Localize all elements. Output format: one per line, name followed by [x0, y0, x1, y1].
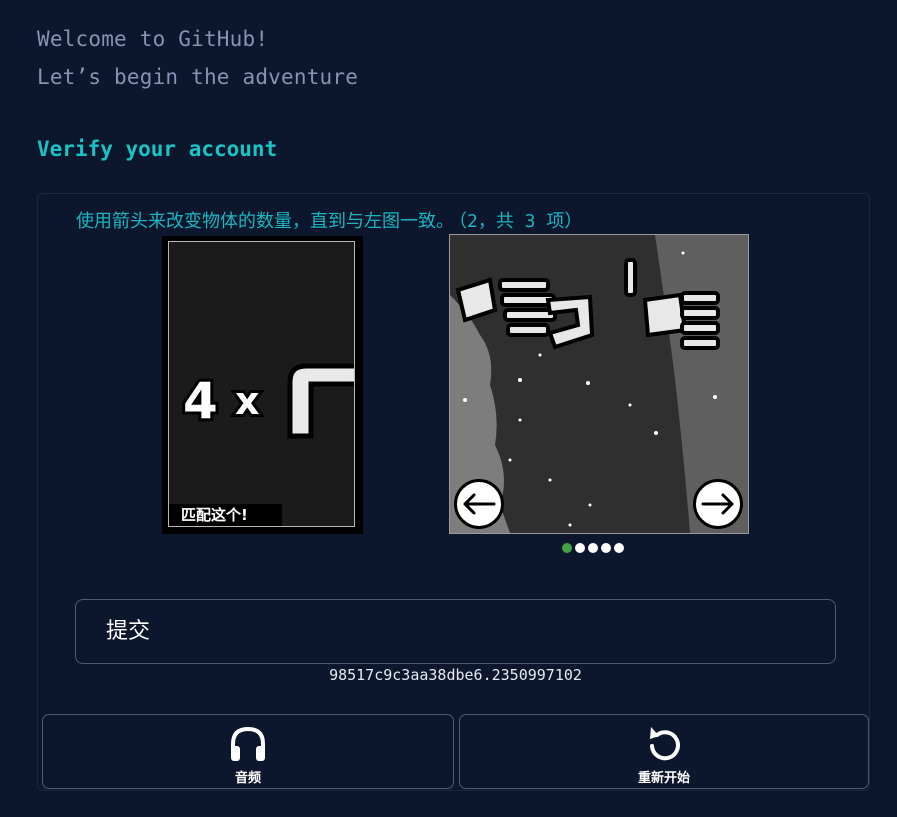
puzzle-image — [449, 234, 749, 534]
reference-illustration: 4 x — [180, 363, 354, 439]
restart-icon — [650, 727, 680, 761]
audio-label: 音频 — [234, 771, 261, 786]
reference-times: x — [235, 379, 260, 423]
arrow-right-icon — [701, 493, 734, 515]
captcha-container: 使用箭头来改变物体的数量，直到与左图一致。 （2，共 3 项） 4 x 匹配这个! — [37, 193, 870, 791]
pagination-dot — [562, 543, 572, 553]
verify-account-heading: Verify your account — [37, 137, 278, 161]
submit-button[interactable]: 提交 — [75, 599, 836, 664]
previous-arrow-button[interactable] — [454, 479, 504, 529]
reference-count: 4 — [183, 372, 218, 430]
challenge-progress: （2，共 3 项） — [458, 211, 583, 232]
match-this-label: 匹配这个! — [169, 504, 282, 526]
restart-button[interactable]: 重新开始 — [459, 714, 869, 789]
restart-label: 重新开始 — [637, 771, 690, 786]
reference-image: 4 x 匹配这个! — [162, 236, 363, 534]
welcome-heading: Welcome to GitHub! — [37, 27, 269, 51]
pagination-dot — [601, 543, 611, 553]
arrow-left-icon — [463, 493, 496, 515]
pagination-dot — [614, 543, 624, 553]
instruction-text: 使用箭头来改变物体的数量，直到与左图一致。 — [76, 211, 454, 232]
reference-object-shape — [287, 363, 354, 439]
pagination-dots — [562, 543, 624, 553]
session-id: 98517c9c3aa38dbe6.2350997102 — [329, 666, 582, 684]
audio-button[interactable]: 音频 — [42, 714, 454, 789]
headphones-icon — [231, 726, 265, 761]
reference-image-frame: 4 x 匹配这个! — [168, 241, 355, 527]
captcha-instruction: 使用箭头来改变物体的数量，直到与左图一致。 （2，共 3 项） — [76, 207, 582, 233]
next-arrow-button[interactable] — [693, 479, 743, 529]
pagination-dot — [588, 543, 598, 553]
welcome-subheading: Let’s begin the adventure — [37, 65, 359, 89]
pagination-dot — [575, 543, 585, 553]
